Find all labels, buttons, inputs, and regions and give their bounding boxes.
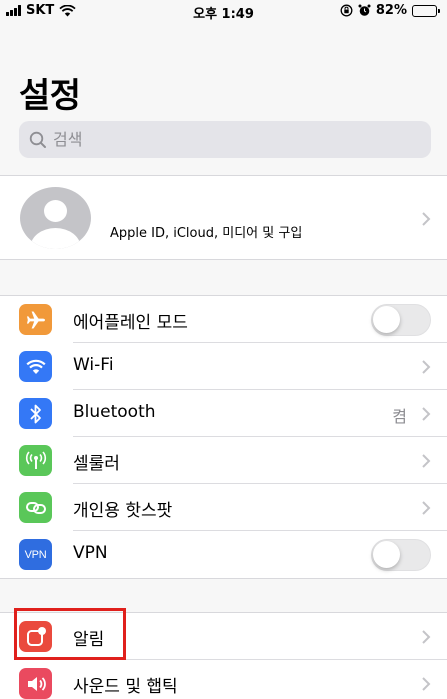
speaker-icon — [27, 676, 46, 691]
airplane-mode-toggle[interactable] — [371, 304, 431, 336]
page-title: 설정 — [19, 76, 81, 116]
toggle-knob — [373, 541, 400, 568]
status-bar: SKT 오후 1:49 82% — [0, 0, 447, 24]
bluetooth-icon — [29, 404, 41, 423]
hotspot-icon-box — [19, 492, 52, 523]
search-input[interactable] — [53, 130, 413, 149]
hotspot-link-icon — [25, 501, 46, 514]
sounds-label: 사운드 및 햅틱 — [73, 677, 178, 697]
chevron-right-icon — [422, 360, 431, 374]
bluetooth-icon-box — [19, 398, 52, 429]
airplane-icon-box — [19, 304, 52, 335]
wifi-icon-box — [19, 351, 52, 382]
vpn-icon: VPN — [24, 548, 47, 561]
airplane-label: 에어플레인 모드 — [73, 313, 188, 333]
battery-icon — [412, 4, 440, 17]
hotspot-label: 개인용 핫스팟 — [73, 501, 173, 521]
bluetooth-label: Bluetooth — [73, 402, 156, 422]
search-icon — [29, 131, 46, 148]
orientation-lock-icon — [340, 4, 353, 17]
settings-row-bluetooth[interactable]: Bluetooth 켬 — [0, 390, 447, 437]
cellular-icon-box — [19, 445, 52, 476]
toggle-knob — [373, 306, 400, 333]
chevron-right-icon — [422, 454, 431, 468]
settings-screen: SKT 오후 1:49 82% 설정 검색 Apple ID, iCloud, … — [0, 0, 447, 699]
connectivity-group: 에어플레인 모드 Wi-Fi Bluetooth 켬 셀룰러 개인용 핫스팟 V… — [0, 295, 447, 579]
chevron-right-icon — [422, 407, 431, 421]
vpn-icon-box: VPN — [19, 539, 52, 570]
airplane-icon — [26, 311, 45, 328]
apple-id-label: Apple ID, iCloud, 미디어 및 구입 — [110, 226, 303, 241]
search-bar[interactable] — [19, 121, 431, 158]
chevron-right-icon — [422, 501, 431, 515]
settings-row-sounds[interactable]: 사운드 및 햅틱 — [0, 660, 447, 699]
vpn-label: VPN — [73, 543, 108, 563]
wifi-label: Wi-Fi — [73, 355, 114, 375]
status-right: 82% — [340, 3, 440, 18]
cellular-antenna-icon — [25, 450, 46, 469]
sounds-icon-box — [19, 668, 52, 699]
settings-row-airplane[interactable]: 에어플레인 모드 — [0, 296, 447, 343]
vpn-toggle[interactable] — [371, 539, 431, 571]
apple-id-row[interactable]: Apple ID, iCloud, 미디어 및 구입 — [0, 175, 447, 260]
settings-row-wifi[interactable]: Wi-Fi — [0, 343, 447, 390]
chevron-right-icon — [422, 630, 431, 644]
alarm-icon — [358, 4, 371, 16]
chevron-right-icon — [422, 677, 431, 691]
highlight-box — [14, 608, 126, 660]
avatar — [20, 187, 91, 249]
bluetooth-status-value: 켬 — [392, 407, 407, 426]
settings-row-cellular[interactable]: 셀룰러 — [0, 437, 447, 484]
settings-row-hotspot[interactable]: 개인용 핫스팟 — [0, 484, 447, 531]
battery-percent: 82% — [375, 3, 407, 18]
wifi-icon — [25, 359, 46, 374]
cellular-label: 셀룰러 — [73, 454, 120, 474]
settings-row-vpn[interactable]: VPN VPN — [0, 531, 447, 578]
chevron-right-icon — [422, 212, 431, 226]
